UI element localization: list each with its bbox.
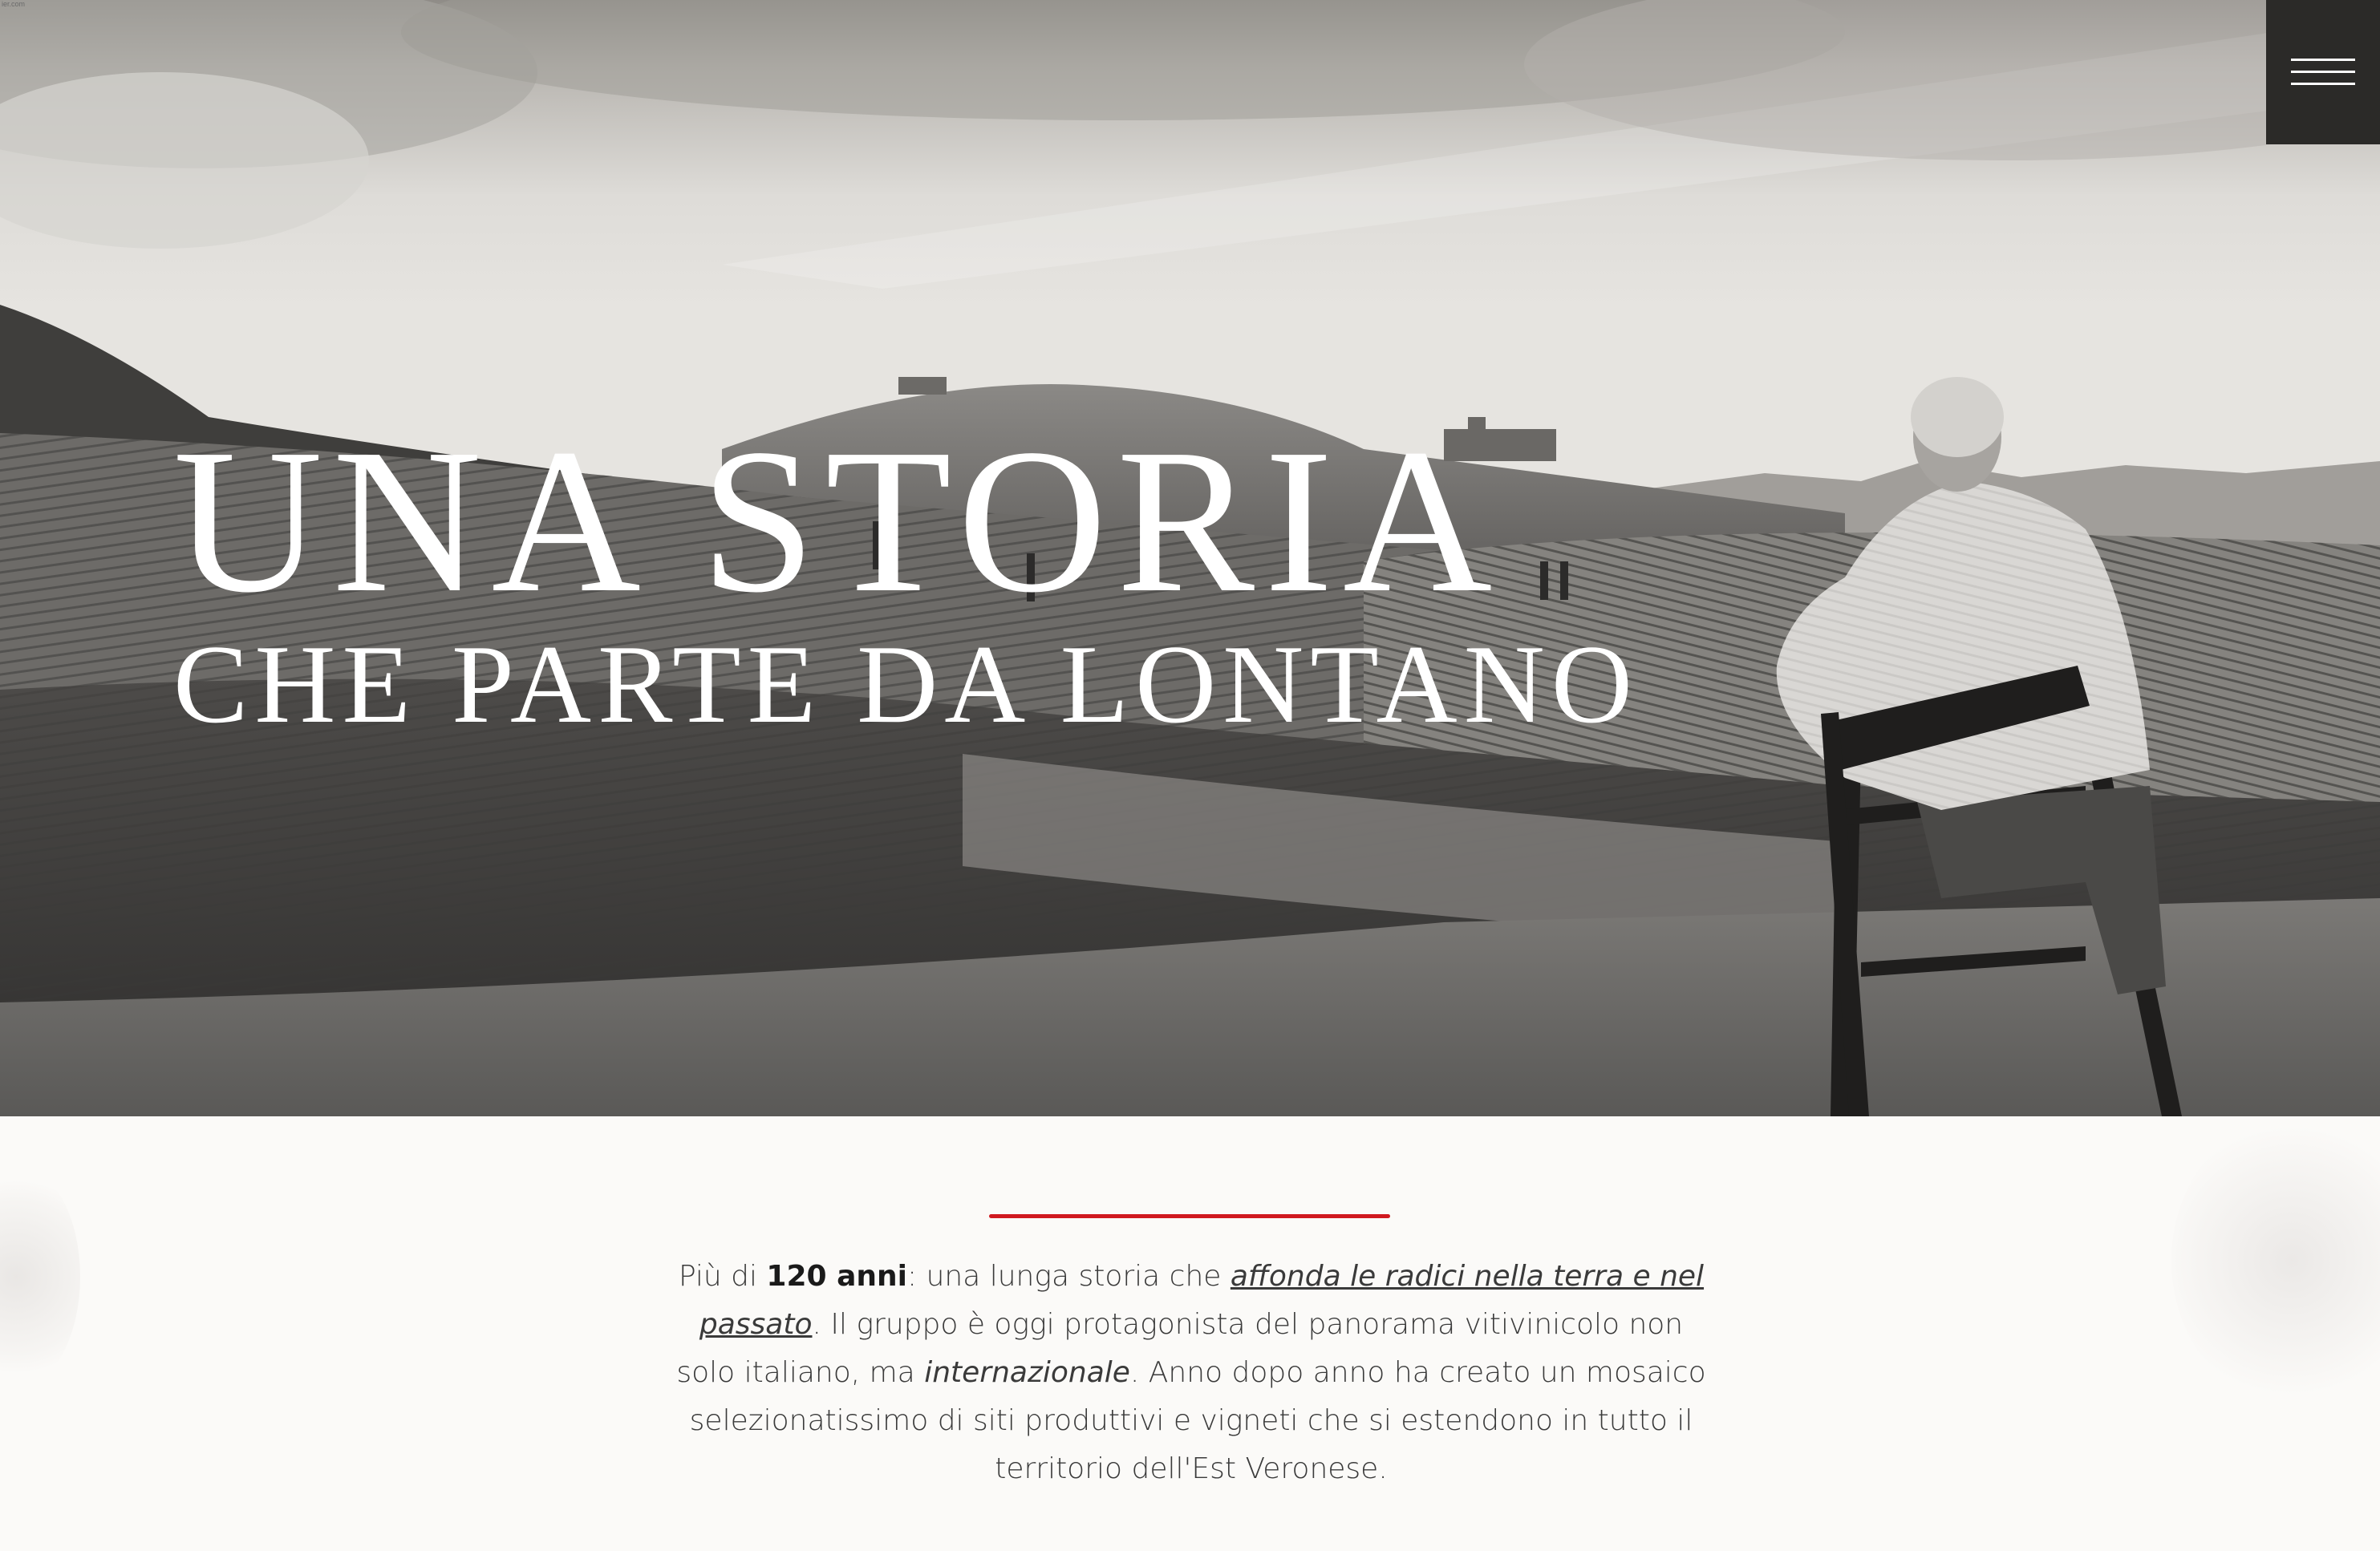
menu-button[interactable] [2266, 0, 2380, 144]
hero-title-line-2: CHE PARTE DA LONTANO [173, 622, 1639, 747]
watercolor-decoration-left [0, 1164, 80, 1389]
watercolor-decoration-right [2171, 1116, 2380, 1405]
intro-text-part: : una lunga storia che [907, 1260, 1231, 1293]
corner-label: ier.com [2, 0, 26, 8]
intro-text-part: Più di [678, 1260, 767, 1293]
hero-section: ier.com UNA STORIA CHE PARTE DA LONTANO [0, 0, 2380, 1116]
hamburger-icon [2291, 59, 2355, 86]
intro-paragraph: Più di 120 anni: una lunga storia che af… [674, 1253, 1709, 1493]
hero-title-line-1: UNA STORIA [173, 406, 1502, 635]
hero-title: UNA STORIA CHE PARTE DA LONTANO [173, 417, 1639, 741]
intro-italic-international: internazionale [924, 1356, 1130, 1389]
red-divider [989, 1214, 1390, 1218]
page: ier.com UNA STORIA CHE PARTE DA LONTANO … [0, 0, 2380, 1551]
intro-bold-years: 120 anni [766, 1260, 907, 1293]
intro-section: Più di 120 anni: una lunga storia che af… [0, 1116, 2380, 1551]
